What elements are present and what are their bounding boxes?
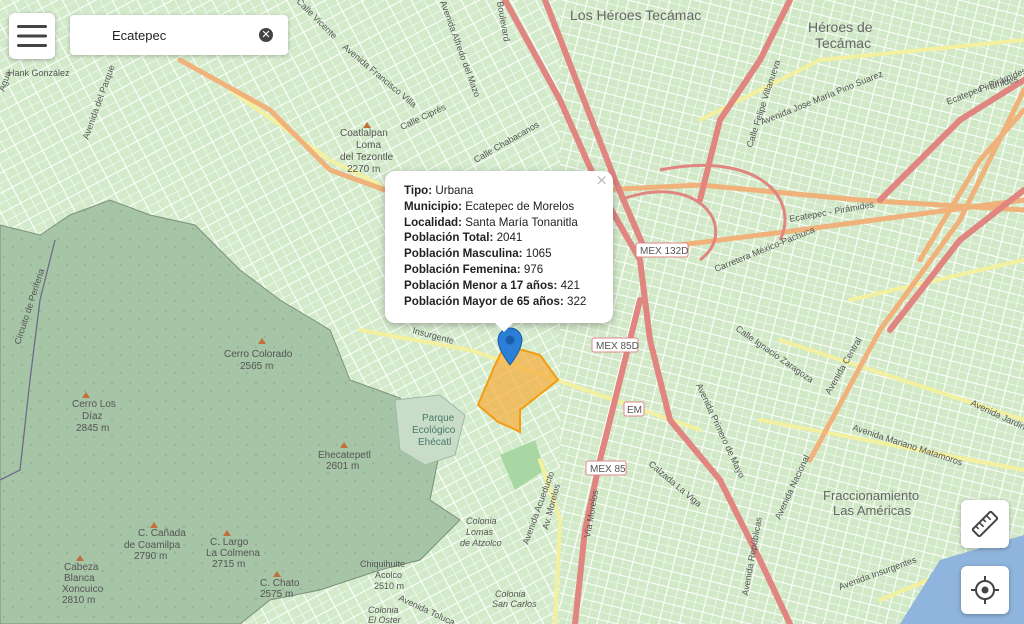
- popup-label: Población Mayor de 65 años:: [404, 294, 564, 308]
- label-c-largo-1: C. Largo: [210, 537, 249, 548]
- popup-label: Población Femenina:: [404, 262, 521, 276]
- shield-mex85: MEX 85: [585, 460, 627, 476]
- search-box: ✕: [70, 15, 288, 55]
- label-colonia-san-carlos-2: San Carlos: [492, 599, 537, 609]
- label-colonia-lomas-1: Colonia: [466, 516, 497, 526]
- label-fraccionamiento-2: Las Américas: [833, 503, 912, 518]
- popup-value: Santa María Tonanitla: [465, 215, 578, 229]
- label-hank-gonzalez: Hank González: [8, 68, 70, 78]
- popup-value: Urbana: [435, 184, 474, 197]
- locate-button[interactable]: [961, 566, 1009, 614]
- label-coatlalpan-3: del Tezontle: [340, 152, 394, 163]
- popup-label: Población Total:: [404, 231, 494, 245]
- label-chiquihuite-1: Chiquihuite: [360, 559, 405, 569]
- popup-row-poblacion-femenina: Población Femenina: 976: [404, 262, 613, 278]
- label-chiquihuite-3: 2510 m: [374, 581, 404, 591]
- popup-value: 976: [523, 262, 544, 276]
- popup-label: Tipo:: [404, 184, 433, 197]
- label-c-canada-2: de Coamilpa: [124, 540, 181, 551]
- popup-label: Población Menor a 17 años:: [404, 278, 558, 292]
- popup-tip: [494, 322, 514, 332]
- label-cabeza-blanca-1: Cabeza: [64, 562, 99, 573]
- label-cerro-los-diaz-1: Cerro Los: [72, 399, 116, 410]
- label-c-canada-3: 2790 m: [134, 551, 167, 562]
- label-cerro-los-diaz-3: 2845 m: [76, 423, 109, 434]
- popup-row-poblacion-total: Población Total: 2041: [404, 230, 613, 246]
- shield-mex85d: MEX 85D: [591, 337, 639, 353]
- label-cerro-los-diaz-2: Díaz: [82, 411, 103, 422]
- popup-value: 322: [567, 294, 587, 308]
- label-cerro-colorado-2: 2565 m: [240, 361, 273, 372]
- label-ehecatepetl-1: Ehecatepetl: [318, 450, 371, 461]
- shield-em-text: EM: [627, 405, 642, 416]
- label-colonia-el-oster-1: Colonia: [368, 605, 399, 615]
- label-parque-3: Ehécatl: [418, 437, 451, 448]
- label-coatlalpan-1: Coatlalpan: [340, 128, 388, 139]
- label-colonia-san-carlos-1: Colonia: [495, 589, 526, 599]
- label-cerro-colorado-1: Cerro Colorado: [224, 349, 293, 360]
- label-chiquihuite-2: Acolco: [375, 570, 402, 580]
- popup-value: Ecatepec de Morelos: [465, 199, 575, 213]
- locality-info-popup: × Tipo: Urbana Municipio: Ecatepec de Mo…: [385, 171, 613, 332]
- popup-row-tipo: Tipo: Urbana: [404, 183, 613, 199]
- shield-mex132d-text: MEX 132D: [640, 246, 688, 257]
- label-c-chato-2: 2575 m: [260, 589, 293, 600]
- popup-row-mayor-65: Población Mayor de 65 años: 322: [404, 294, 613, 310]
- label-los-heroes-tecamac: Los Héroes Tecámac: [570, 7, 701, 23]
- label-fraccionamiento-1: Fraccionamiento: [823, 488, 919, 503]
- search-input[interactable]: [112, 24, 252, 46]
- label-cabeza-blanca-2: Blanca: [64, 573, 95, 584]
- label-colonia-lomas-2: Lomas: [466, 527, 494, 537]
- popup-label: Población Masculina:: [404, 247, 523, 261]
- clear-search-icon[interactable]: ✕: [259, 28, 273, 42]
- measure-button[interactable]: [961, 500, 1009, 548]
- label-c-canada-1: C. Cañada: [138, 528, 186, 539]
- label-parque-1: Parque: [422, 413, 455, 424]
- shield-mex132d: MEX 132D: [635, 242, 689, 258]
- popup-row-municipio: Municipio: Ecatepec de Morelos: [404, 199, 613, 215]
- label-heroes-tecamac-1: Héroes de: [808, 19, 873, 35]
- popup-row-poblacion-masculina: Población Masculina: 1065: [404, 246, 613, 262]
- hamburger-menu-icon: [17, 25, 47, 47]
- popup-label: Municipio:: [404, 199, 462, 213]
- popup-row-localidad: Localidad: Santa María Tonanitla: [404, 215, 613, 231]
- label-colonia-lomas-3: de Atzolco: [460, 538, 502, 548]
- popup-value: 421: [560, 278, 580, 292]
- label-ehecatepetl-2: 2601 m: [326, 461, 359, 472]
- ruler-icon: [971, 510, 999, 538]
- label-coatlalpan-4: 2270 m: [347, 164, 380, 175]
- label-heroes-tecamac-2: Tecámac: [815, 35, 871, 51]
- label-colonia-el-oster-2: El Oster: [368, 615, 402, 624]
- label-c-largo-3: 2715 m: [212, 559, 245, 570]
- menu-button[interactable]: [9, 13, 55, 59]
- label-c-largo-2: La Colmena: [206, 548, 260, 559]
- shield-em: EM: [623, 401, 645, 417]
- popup-value: 2041: [496, 231, 523, 245]
- popup-label: Localidad:: [404, 215, 462, 229]
- label-c-chato-1: C. Chato: [260, 578, 300, 589]
- label-coatlalpan-2: Loma: [356, 140, 381, 151]
- shield-mex85d-text: MEX 85D: [596, 341, 639, 352]
- popup-close-icon[interactable]: ×: [595, 172, 608, 189]
- label-cabeza-blanca-3: Xoncuico: [62, 584, 104, 595]
- label-cabeza-blanca-4: 2810 m: [62, 595, 95, 606]
- popup-row-menor-17: Población Menor a 17 años: 421: [404, 278, 613, 294]
- label-parque-2: Ecológico: [412, 425, 456, 436]
- crosshair-locate-icon: [971, 576, 999, 604]
- shield-mex85-text: MEX 85: [590, 464, 626, 475]
- popup-value: 1065: [525, 247, 552, 261]
